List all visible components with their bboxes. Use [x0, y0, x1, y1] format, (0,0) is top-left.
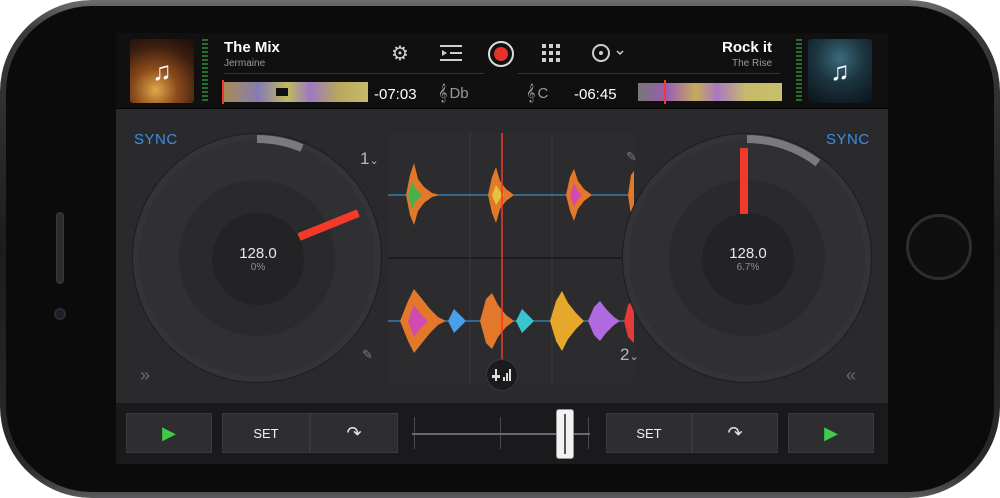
key-left[interactable]: 𝄞 Db — [438, 85, 469, 103]
speaker-grille — [56, 212, 64, 284]
track-artist-left: Jermaine — [224, 58, 266, 69]
track-title-left: The Mix — [224, 39, 280, 56]
artwork-right[interactable]: ♫ — [808, 39, 872, 103]
pencil-icon[interactable]: ✎ — [362, 347, 373, 363]
waveform-top — [388, 163, 634, 225]
grid-glyph — [542, 44, 560, 62]
waveform-display[interactable] — [388, 133, 634, 383]
loop-button-right[interactable]: ↷ — [692, 413, 778, 453]
pencil-icon[interactable]: ✎ — [626, 149, 637, 165]
bpm-right: 128.0 — [729, 245, 767, 262]
time-remaining-right: -06:45 — [574, 86, 617, 103]
deck-number-right[interactable]: 2⌄ — [620, 345, 639, 365]
divider-right — [518, 73, 780, 74]
time-remaining-left: -07:03 — [374, 86, 417, 103]
platter-marker-right — [740, 148, 748, 214]
disc-menu-icon[interactable] — [590, 39, 628, 67]
mini-waveform-right[interactable] — [638, 80, 782, 104]
clef-icon: 𝄞 — [526, 85, 536, 102]
vu-meter-left — [202, 39, 208, 103]
home-button[interactable] — [906, 214, 972, 280]
vu-meter-right — [796, 39, 802, 103]
top-bar: ♫ The Mix Jermaine -07:03 𝄞 Db ⚙ 𝄞 C -06… — [116, 33, 888, 109]
playlist-glyph — [440, 45, 462, 61]
key-right-value: C — [537, 85, 549, 102]
waveform-svg — [388, 133, 634, 383]
set-button-left[interactable]: SET — [222, 413, 310, 453]
double-chevron-left-icon[interactable]: « — [846, 365, 856, 386]
music-note-icon: ♫ — [152, 55, 172, 86]
record-icon[interactable] — [488, 41, 514, 67]
deck-number-left[interactable]: 1⌄ — [360, 149, 379, 169]
set-button-right[interactable]: SET — [606, 413, 692, 453]
play-button-left[interactable]: ▶ — [126, 413, 212, 453]
playlist-icon[interactable] — [438, 39, 464, 67]
key-right[interactable]: 𝄞 C — [526, 85, 548, 103]
chevron-down-icon: ⌄ — [629, 351, 639, 363]
clef-icon: 𝄞 — [438, 85, 448, 102]
pitch-left: 0% — [250, 262, 266, 273]
track-artist-right: The Rise — [731, 58, 772, 69]
gear-icon[interactable]: ⚙ — [386, 39, 414, 67]
double-chevron-right-icon[interactable]: » — [140, 365, 150, 386]
crossfader-handle[interactable] — [556, 409, 574, 459]
phone-frame: ♫ The Mix Jermaine -07:03 𝄞 Db ⚙ 𝄞 C -06… — [0, 0, 1000, 498]
music-note-icon: ♫ — [830, 55, 850, 86]
dj-app-screen: ♫ The Mix Jermaine -07:03 𝄞 Db ⚙ 𝄞 C -06… — [116, 33, 888, 464]
mini-waveform-left[interactable] — [222, 80, 368, 104]
key-left-value: Db — [449, 85, 469, 102]
play-button-right[interactable]: ▶ — [788, 413, 874, 453]
disc-glyph — [592, 44, 624, 62]
transport-bar: ▶ SET ↷ SET ↷ ▶ — [116, 403, 888, 464]
divider-left — [224, 73, 484, 74]
jog-wheel-left[interactable]: 128.0 0% — [132, 133, 382, 383]
track-title-right: Rock it — [721, 39, 772, 56]
pitch-right: 6.7% — [736, 262, 760, 273]
grid-icon[interactable] — [540, 39, 562, 67]
chevron-down-icon: ⌄ — [369, 155, 379, 167]
waveform-bottom — [388, 289, 634, 353]
camera-icon — [54, 308, 66, 320]
loop-button-left[interactable]: ↷ — [310, 413, 398, 453]
mixer-icon[interactable] — [486, 359, 518, 391]
bpm-left: 128.0 — [239, 245, 277, 262]
mixer-glyph — [492, 369, 511, 381]
artwork-left[interactable]: ♫ — [130, 39, 194, 103]
jog-wheel-right[interactable]: 128.0 6.7% — [622, 133, 872, 383]
